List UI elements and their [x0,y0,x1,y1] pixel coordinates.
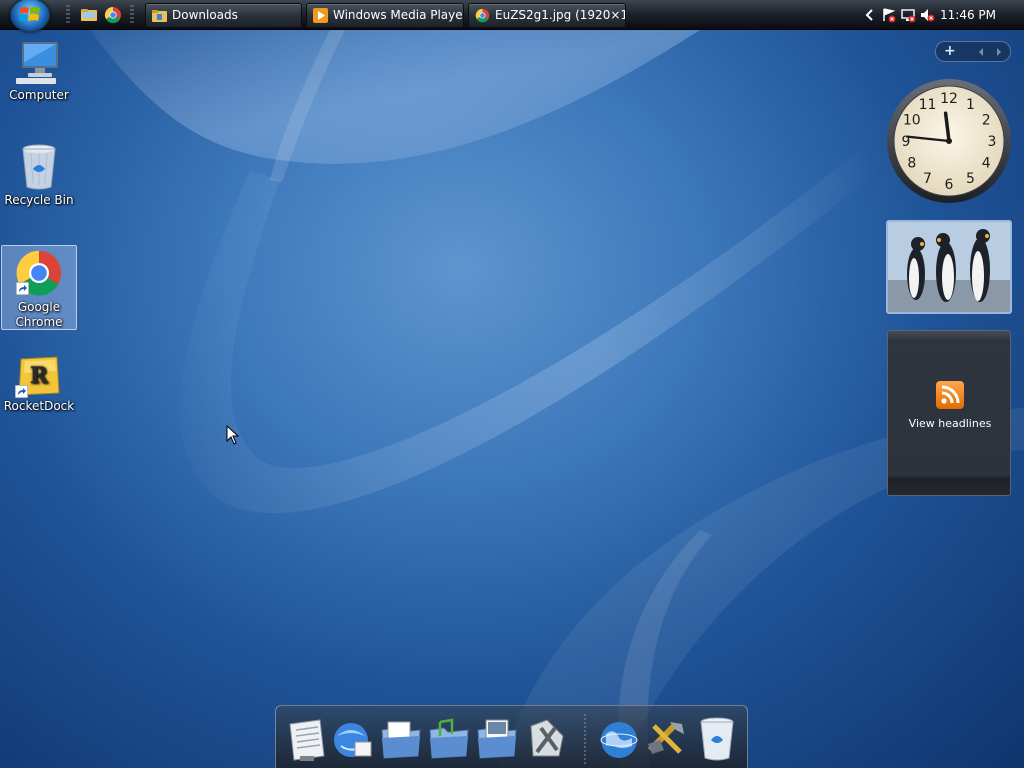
clock-number: 8 [907,156,916,172]
clock-number: 7 [923,171,932,187]
clock-number: 11 [919,97,937,113]
clock-number: 6 [945,177,954,193]
task-downloads[interactable]: Downloads [145,3,302,28]
quick-launch-grip[interactable] [66,5,70,25]
recycle-bin-icon [22,144,56,190]
rocketdock [275,705,748,768]
desktop-icon-computer[interactable]: Computer [1,38,77,103]
desktop-icon-label: Google Chrome [15,300,63,329]
sidebar-controls: + [935,41,1011,62]
network-icon[interactable] [900,7,916,23]
windows-logo-icon [19,7,40,21]
svg-text:R: R [30,363,49,389]
chrome-icon [475,8,490,23]
mouse-cursor-icon [226,425,240,445]
music-folder-icon[interactable] [428,716,470,762]
view-headlines-label[interactable]: View headlines [888,417,1012,430]
clock-number: 1 [966,97,975,113]
documents-folder-icon[interactable] [380,716,422,762]
chevron-left-icon[interactable] [862,7,878,23]
next-icon[interactable] [994,47,1004,57]
taskbar: Downloads Windows Media Player EuZS2g1.j… [0,0,1024,32]
dock-separator [584,714,586,764]
clock-number: 5 [966,171,975,187]
tools-icon[interactable] [525,716,567,762]
desktop-wallpaper [90,30,1024,768]
start-button[interactable] [10,0,50,32]
internet-explorer-icon[interactable] [331,716,373,762]
clock-number: 3 [988,134,997,150]
desktop-icon-label: Recycle Bin [4,193,74,207]
task-label: EuZS2g1.jpg (1920×1... [495,8,626,22]
add-gadget-button[interactable]: + [944,43,956,59]
media-player-icon [313,8,328,23]
penguins-photo [888,222,1010,312]
explorer-icon[interactable] [80,6,98,24]
clock-gadget[interactable]: 12 1234567891011 [886,78,1012,204]
system-tray: 11:46 PM [854,0,1024,30]
slideshow-gadget[interactable] [886,220,1012,314]
desktop-icon-label: Computer [9,88,69,102]
task-windows-media-player[interactable]: Windows Media Player [306,3,464,28]
action-center-icon[interactable] [881,7,897,23]
feed-headlines-gadget[interactable]: View headlines [887,330,1011,496]
volume-muted-icon[interactable] [919,7,935,23]
clock-number: 12 [940,91,958,107]
rss-icon [936,381,964,409]
chrome-icon[interactable] [104,6,122,24]
desktop-icon-recycle-bin[interactable]: Recycle Bin [1,143,77,208]
task-image-viewer[interactable]: EuZS2g1.jpg (1920×1... [468,3,626,28]
recycle-bin-icon[interactable] [696,716,738,762]
task-label: Downloads [172,8,238,22]
folder-icon [152,10,167,22]
taskbar-grip[interactable] [130,5,134,25]
desktop-icon-label: RocketDock [3,399,75,413]
computer-icon [16,42,58,84]
desktop-icon-google-chrome[interactable]: Google Chrome [1,245,77,330]
desktop-icon-rocketdock[interactable]: R RocketDock [1,353,77,414]
previous-icon[interactable] [976,47,986,57]
notepad-icon[interactable] [286,716,328,762]
task-label: Windows Media Player [333,8,464,22]
clock-number: 4 [982,156,991,172]
pictures-folder-icon[interactable] [476,716,518,762]
control-panel-icon[interactable] [646,716,688,762]
shortcut-arrow-icon [15,385,28,398]
clock-number: 10 [903,113,921,129]
shortcut-arrow-icon [16,282,29,295]
taskbar-clock[interactable]: 11:46 PM [940,8,996,22]
network-globe-icon[interactable] [598,716,640,762]
clock-number: 2 [982,113,991,129]
